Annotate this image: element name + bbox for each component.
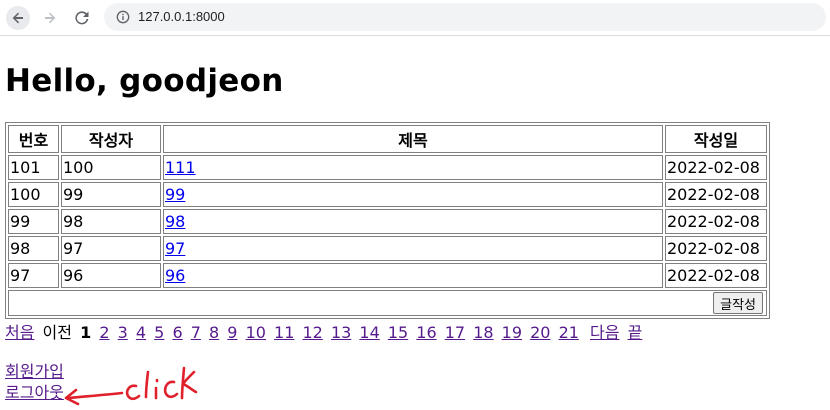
cell-date: 2022-02-08 xyxy=(665,263,767,288)
cell-subject: 96 xyxy=(163,263,663,288)
write-cell: 글작성 xyxy=(8,290,767,316)
pager-last-link[interactable]: 끝 xyxy=(628,323,643,342)
browser-toolbar: 127.0.0.1:8000 xyxy=(0,0,830,36)
cell-date: 2022-02-08 xyxy=(665,155,767,180)
table-row: 98 97 97 2022-02-08 xyxy=(8,236,767,261)
post-link[interactable]: 97 xyxy=(165,239,185,258)
cell-date: 2022-02-08 xyxy=(665,236,767,261)
pager-page-link[interactable]: 5 xyxy=(154,323,164,342)
cell-writer: 99 xyxy=(61,182,161,207)
write-row: 글작성 xyxy=(8,290,767,316)
page-title: Hello, goodjeon xyxy=(5,63,284,99)
pager-page-link[interactable]: 12 xyxy=(302,323,322,342)
pager-page-link[interactable]: 9 xyxy=(227,323,237,342)
pagination: 처음 이전 1 2 3 4 5 6 7 8 9 10 11 12 13 14 1… xyxy=(5,319,645,343)
pager-page-link[interactable]: 3 xyxy=(118,323,128,342)
back-button[interactable] xyxy=(6,6,30,30)
cell-subject: 111 xyxy=(163,155,663,180)
annotation-arrow xyxy=(66,391,124,400)
pager-page-link[interactable]: 6 xyxy=(172,323,182,342)
write-button[interactable]: 글작성 xyxy=(713,292,763,314)
address-bar[interactable]: 127.0.0.1:8000 xyxy=(104,3,826,31)
post-table: 번호 작성자 제목 작성일 101 100 111 2022-02-08 100… xyxy=(5,122,770,319)
header-date: 작성일 xyxy=(665,125,767,153)
pager-page-link[interactable]: 16 xyxy=(416,323,436,342)
pager-page-link[interactable]: 10 xyxy=(246,323,266,342)
pager-page-link[interactable]: 18 xyxy=(473,323,493,342)
post-link[interactable]: 98 xyxy=(165,212,185,231)
table-row: 99 98 98 2022-02-08 xyxy=(8,209,767,234)
pager-page-link[interactable]: 13 xyxy=(331,323,351,342)
annotation-letter-k xyxy=(180,366,198,400)
pager-page-link[interactable]: 21 xyxy=(559,323,579,342)
post-link[interactable]: 99 xyxy=(165,185,185,204)
pager-page-link[interactable]: 7 xyxy=(191,323,201,342)
pager-page-link[interactable]: 14 xyxy=(359,323,379,342)
annotation-letter-c2 xyxy=(163,380,179,399)
cell-date: 2022-02-08 xyxy=(665,182,767,207)
arrow-back-icon xyxy=(12,12,23,24)
pager-page-link[interactable]: 11 xyxy=(274,323,294,342)
table-header-row: 번호 작성자 제목 작성일 xyxy=(8,125,767,153)
pager-page-link[interactable]: 20 xyxy=(530,323,550,342)
forward-button[interactable] xyxy=(38,6,62,30)
post-link[interactable]: 111 xyxy=(165,158,196,177)
cell-writer: 97 xyxy=(61,236,161,261)
pager-page-link[interactable]: 15 xyxy=(388,323,408,342)
pager-page-link[interactable]: 2 xyxy=(99,323,109,342)
signup-link[interactable]: 회원가입 xyxy=(5,361,64,382)
click-annotation xyxy=(64,366,198,406)
pager-page-link[interactable]: 19 xyxy=(502,323,522,342)
pager-page-link[interactable]: 8 xyxy=(209,323,219,342)
pager-next-link[interactable]: 다음 xyxy=(590,323,619,342)
cell-writer: 98 xyxy=(61,209,161,234)
reload-icon xyxy=(75,11,89,25)
member-links: 회원가입 로그아웃 xyxy=(5,361,64,403)
header-no: 번호 xyxy=(8,125,59,153)
cell-no: 97 xyxy=(8,263,59,288)
annotation-letter-l xyxy=(144,370,150,399)
cell-no: 98 xyxy=(8,236,59,261)
page-body: Hello, goodjeon 번호 작성자 제목 작성일 101 100 11… xyxy=(5,62,825,402)
post-link[interactable]: 96 xyxy=(165,266,185,285)
header-writer: 작성자 xyxy=(61,125,161,153)
pager-page-list: 2 3 4 5 6 7 8 9 10 11 12 13 14 15 16 17 … xyxy=(99,323,587,342)
annotation-letter-c xyxy=(125,384,141,401)
logout-link[interactable]: 로그아웃 xyxy=(5,382,64,403)
info-icon[interactable] xyxy=(116,10,130,24)
reload-button[interactable] xyxy=(70,6,94,30)
cell-subject: 97 xyxy=(163,236,663,261)
pager-page-link[interactable]: 4 xyxy=(136,323,146,342)
pager-page-link[interactable]: 17 xyxy=(445,323,465,342)
table-row: 100 99 99 2022-02-08 xyxy=(8,182,767,207)
pager-prev-text: 이전 xyxy=(42,323,72,342)
cell-writer: 100 xyxy=(61,155,161,180)
cell-no: 100 xyxy=(8,182,59,207)
arrow-forward-icon xyxy=(45,12,56,24)
cell-no: 101 xyxy=(8,155,59,180)
table-row: 97 96 96 2022-02-08 xyxy=(8,263,767,288)
url-text[interactable]: 127.0.0.1:8000 xyxy=(138,9,225,24)
cell-no: 99 xyxy=(8,209,59,234)
pager-current-page: 1 xyxy=(80,323,92,342)
cell-writer: 96 xyxy=(61,263,161,288)
pager-first-link[interactable]: 처음 xyxy=(5,323,34,342)
cell-subject: 98 xyxy=(163,209,663,234)
table-row: 101 100 111 2022-02-08 xyxy=(8,155,767,180)
header-subject: 제목 xyxy=(163,125,663,153)
cell-subject: 99 xyxy=(163,182,663,207)
cell-date: 2022-02-08 xyxy=(665,209,767,234)
